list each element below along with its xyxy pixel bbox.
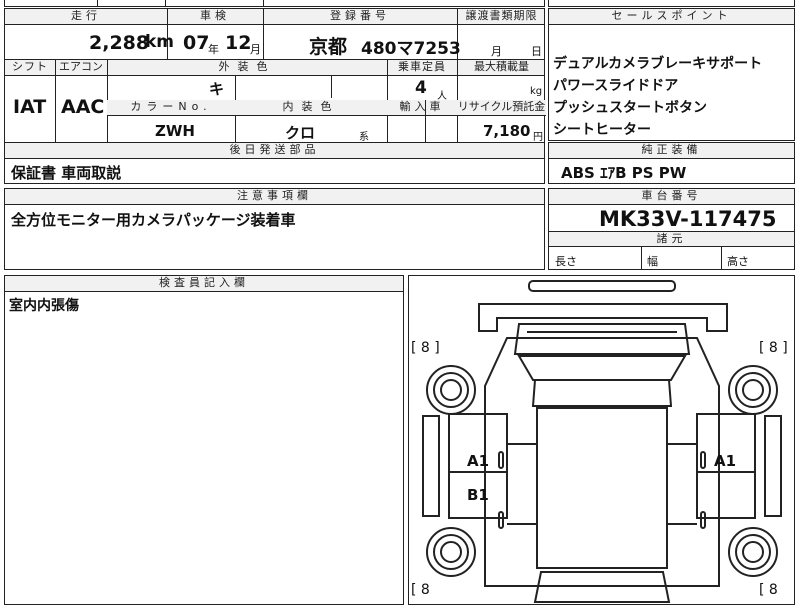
sales-points-header: セールスポイント [549, 9, 794, 25]
capacity-header: 乗車定員 [398, 60, 446, 73]
registration-number: 480マ7253 [361, 39, 461, 59]
tread-front-left: [ 8 ] [411, 340, 440, 356]
recycle-deposit-unit: 円 [533, 132, 543, 143]
exterior-color-header: 外装色 [218, 60, 276, 73]
inspection-month: 12 [225, 32, 252, 54]
sales-point-item: デュアルカメラブレーキサポート [553, 56, 763, 72]
recycle-deposit-value: 7,180 [483, 122, 531, 140]
mileage-header: 走行 [71, 9, 101, 22]
capacity-value: 4 [415, 78, 427, 98]
width-label: 幅 [647, 255, 658, 268]
height-label: 高さ [727, 255, 749, 268]
transfer-month: 月 [491, 45, 502, 58]
notes-header: 注意事項欄 [5, 189, 544, 205]
import-header: 輸入車 [399, 100, 445, 113]
max-load-header: 最大積載量 [474, 60, 529, 73]
tread-front-right: [ 8 ] [759, 340, 788, 356]
sales-point-item: パワースライドドア [553, 78, 679, 94]
inspector-notes-box: 検査員記入欄 室内内張傷 [4, 275, 404, 605]
registration-header: 登録番号 [330, 9, 390, 22]
later-parts-value: 保証書 車両取説 [11, 164, 122, 182]
vehicle-diagram-box: [ 8 ] [ 8 ] [ 8 [ 8 A1 B1 A1 [408, 275, 795, 605]
mileage-value: 2,288 [89, 32, 150, 54]
max-load-unit: kg [530, 86, 543, 97]
later-parts-box: 後日発送部品 保証書 車両取説 [4, 142, 545, 184]
chassis-number: MK33V-117475 [599, 207, 777, 231]
color-no-header: カラーNo. [130, 100, 212, 113]
transfer-deadline-header: 譲渡書類期限 [465, 9, 538, 22]
interior-color-header: 内装色 [282, 100, 340, 113]
sales-points-box: セールスポイント デュアルカメラブレーキサポート パワースライドドア プッシュス… [548, 8, 795, 141]
year-suffix: 年 [208, 43, 219, 56]
exterior-color-value: キ [209, 80, 225, 98]
aircon-header: エアコン [59, 60, 103, 73]
damage-mark-right-front: A1 [714, 452, 737, 470]
inspection-year: 07 [183, 32, 210, 54]
color-no-value: ZWH [155, 122, 195, 140]
registration-area: 京都 [309, 36, 348, 58]
tread-rear-left: [ 8 [411, 582, 430, 598]
transfer-day: 日 [531, 45, 542, 58]
interior-color-value: クロ [285, 124, 316, 142]
sales-point-item: プッシュスタートボタン [553, 100, 707, 116]
spec-table: シフト エアコン 外装色 乗車定員 最大積載量 IAT AAC キ 4 人 kg… [4, 59, 546, 143]
aircon-value: AAC [61, 96, 105, 118]
inspection-header: 車検 [200, 9, 230, 22]
month-suffix: 月 [250, 43, 261, 56]
shift-header: シフト [12, 60, 48, 73]
chassis-header: 車台番号 [549, 189, 794, 205]
notes-value: 全方位モニター用カメラパッケージ装着車 [11, 211, 296, 229]
chassis-box: 車台番号 MK33V-117475 諸元 長さ 幅 高さ [548, 188, 795, 270]
length-label: 長さ [555, 255, 577, 268]
inspector-notes-header: 検査員記入欄 [5, 276, 403, 292]
vehicle-diagram [422, 280, 782, 603]
later-parts-header: 後日発送部品 [5, 143, 544, 159]
shift-value: IAT [13, 96, 47, 118]
notes-box: 注意事項欄 全方位モニター用カメラパッケージ装着車 [4, 188, 545, 270]
damage-mark-left-rear: B1 [467, 486, 489, 504]
equipment-box: 純正装備 ABS ｴｱB PS PW [548, 142, 795, 184]
equipment-header: 純正装備 [549, 143, 794, 159]
top-info-table: 走行 車検 登録番号 譲渡書類期限 2,288 km 07 年 12 月 京都 … [4, 8, 545, 60]
tread-rear-right: [ 8 [759, 582, 778, 598]
top-cutoff-strip-right [548, 0, 795, 7]
recycle-deposit-header: リサイクル預託金 [457, 100, 546, 113]
damage-mark-left-front: A1 [467, 452, 490, 470]
interior-color-suffix: 系 [359, 132, 369, 143]
sales-point-item: シートヒーター [553, 122, 651, 138]
mileage-unit: km [145, 32, 175, 52]
equipment-value: ABS ｴｱB PS PW [561, 164, 687, 182]
dimensions-header: 諸元 [549, 231, 794, 247]
top-cutoff-strip [4, 0, 545, 7]
inspector-notes-value: 室内内張傷 [9, 298, 79, 314]
